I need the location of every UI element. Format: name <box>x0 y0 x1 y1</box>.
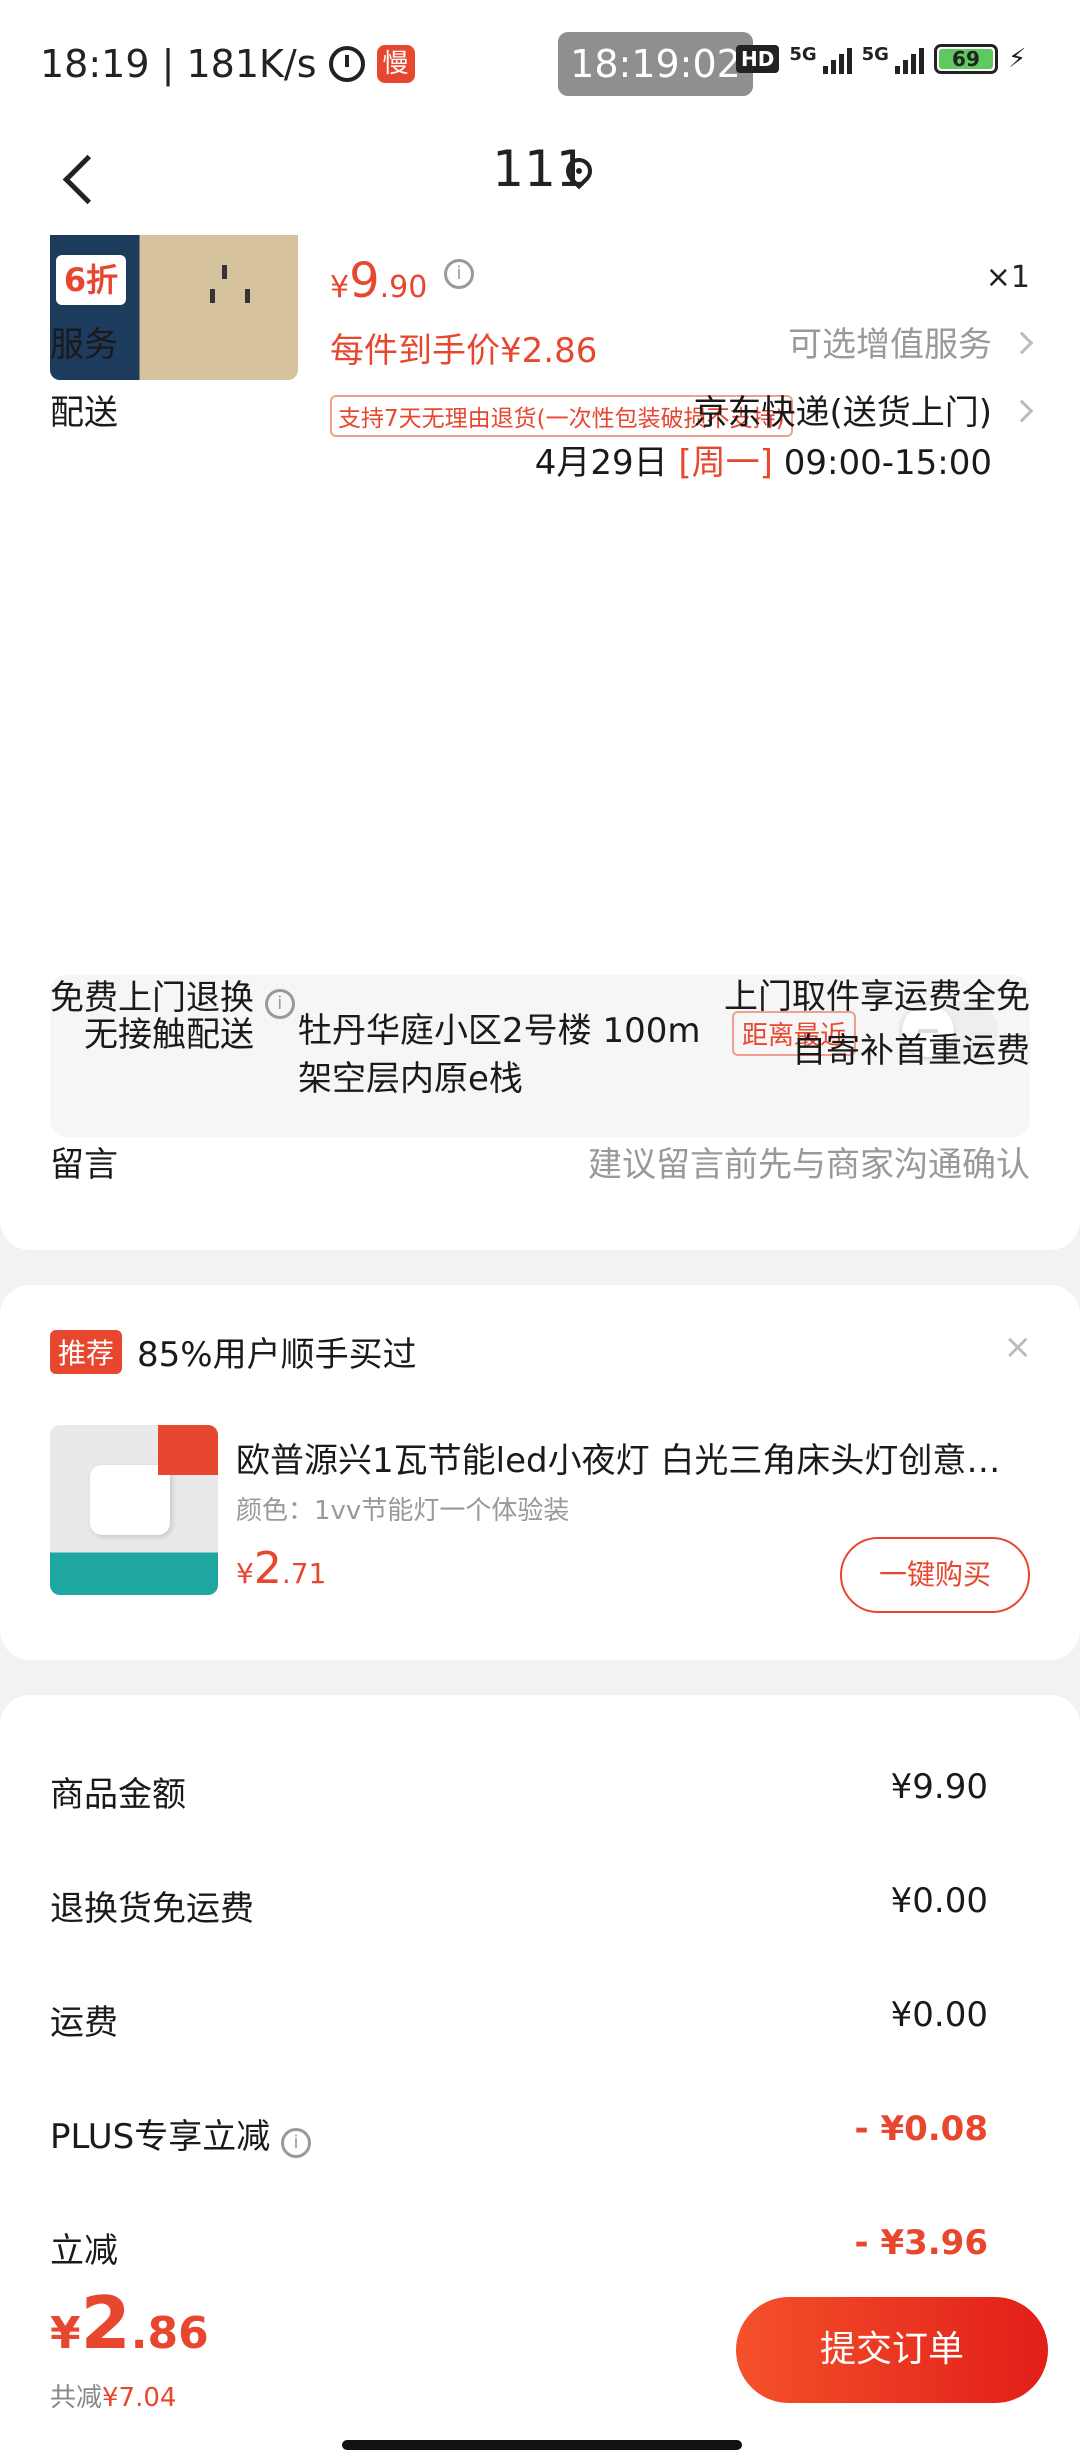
delivery-time: 4月29日 [周一] 09:00-15:00 <box>534 443 992 483</box>
hd-icon: HD <box>736 45 780 73</box>
status-right: HD 5G 5G 69 ⚡ <box>736 44 1026 74</box>
recommend-tag: 推荐 <box>50 1330 123 1374</box>
status-left: 18:19 | 181K/s 慢 <box>40 42 415 86</box>
order-details-card: 6折 ¥9.90 i ×1 每件到手价¥2.86 支持7天无理由退货(一次性包装… <box>0 235 1080 1250</box>
close-icon[interactable]: × <box>1004 1327 1033 1367</box>
network-type-1: 5G <box>789 44 817 65</box>
recommendation-card: 推荐 85%用户顺手买过 × 欧普源兴1瓦节能led小夜灯 白光三角床头灯创意插… <box>0 1285 1080 1660</box>
delivery-label: 配送 <box>50 393 118 433</box>
delivery-method: 京东快递(送货上门) <box>693 385 1034 434</box>
signal-icon <box>822 44 852 74</box>
product-quantity: ×1 <box>985 260 1030 295</box>
service-label: 服务 <box>50 325 118 365</box>
status-time: 18:19 | 181K/s <box>40 42 317 86</box>
nav-bar: 111 <box>0 130 1080 235</box>
network-type-2: 5G <box>861 44 889 65</box>
battery-level: 69 <box>938 49 993 69</box>
charging-icon: ⚡ <box>1007 44 1027 74</box>
recommend-product-price: ¥2.71 <box>236 1543 327 1594</box>
free-return-detail: 上门取件享运费全免 自寄补首重运费 <box>724 977 1030 1071</box>
info-icon[interactable]: i <box>264 989 295 1019</box>
total-price: ¥2.86 <box>50 2281 209 2365</box>
page-title: 111 <box>492 140 588 198</box>
checkout-bar: ¥2.86 共减¥7.04 提交订单 <box>0 2275 1080 2460</box>
message-input[interactable]: 建议留言前先与商家沟通确认 <box>588 1137 1030 1186</box>
home-indicator[interactable] <box>342 2440 742 2450</box>
unit-final-price: 每件到手价¥2.86 <box>330 331 598 371</box>
info-icon[interactable]: i <box>281 2128 312 2158</box>
chevron-right-icon <box>1010 399 1034 422</box>
chevron-right-icon <box>1010 331 1034 354</box>
status-bar: 18:19 | 181K/s 慢 18:19:02 HD 5G 5G 69 ⚡ <box>0 0 1080 130</box>
signal-icon-2 <box>894 44 924 74</box>
service-value: 可选增值服务 <box>788 317 1034 366</box>
floating-clock: 18:19:02 <box>558 32 753 96</box>
recommend-title: 85%用户顺手买过 <box>137 1335 417 1375</box>
message-label: 留言 <box>50 1145 118 1185</box>
recommend-product-name[interactable]: 欧普源兴1瓦节能led小夜灯 白光三角床头灯创意插电式... <box>236 1433 1006 1482</box>
submit-order-button[interactable]: 提交订单 <box>736 2297 1048 2403</box>
app-notification-icon: 慢 <box>376 45 415 83</box>
total-saved: 共减¥7.04 <box>50 2383 177 2413</box>
product-price: ¥9.90 <box>330 253 428 309</box>
battery-icon: 69 <box>933 44 998 74</box>
free-return-label: 免费上门退换 i <box>50 970 295 1019</box>
alarm-icon <box>328 46 365 82</box>
one-click-buy-button[interactable]: 一键购买 <box>840 1537 1030 1613</box>
socket-graphic <box>210 265 250 305</box>
price-info-icon[interactable]: i <box>444 259 474 289</box>
discount-badge: 6折 <box>56 255 126 305</box>
recommend-product-thumbnail[interactable] <box>50 1425 218 1595</box>
recommend-product-variant: 颜色：1vv节能灯一个体验装 <box>236 1496 570 1526</box>
